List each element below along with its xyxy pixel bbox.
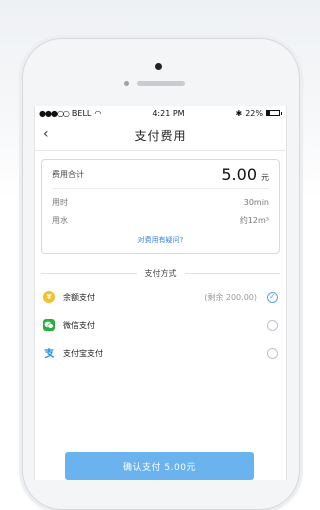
sensor-icon	[124, 81, 129, 86]
divider	[41, 273, 137, 274]
wechat-icon	[43, 319, 55, 331]
water-value: 约12m³	[239, 215, 269, 225]
app-screen: ●●●○○ BELL ◠ 4:21 PM ✱ 22% ‹ 支付费用 费用合计 5…	[34, 106, 287, 480]
total-unit: 元	[261, 172, 269, 182]
payment-option-wechat[interactable]: 微信支付	[41, 311, 280, 339]
total-label: 费用合计	[52, 169, 84, 179]
radio-checked-icon[interactable]: ✓	[267, 291, 278, 303]
payment-option-alipay[interactable]: 支付宝支付	[41, 339, 280, 367]
water-label: 用水	[52, 215, 68, 225]
confirm-payment-button[interactable]: 确认支付 5.00元	[65, 452, 254, 480]
water-row: 用水 约12m³	[52, 211, 269, 229]
duration-label: 用时	[52, 197, 68, 207]
duration-value: 30min	[243, 197, 269, 207]
signal-dots-icon: ●●●○○	[39, 108, 70, 118]
radio-unchecked-icon[interactable]	[267, 347, 278, 359]
status-time: 4:21 PM	[152, 108, 185, 118]
alipay-icon	[43, 347, 55, 359]
balance-remaining: (剩余 200.00)	[204, 292, 257, 302]
page-title: 支付费用	[134, 128, 187, 143]
payment-option-label: 微信支付	[63, 320, 95, 330]
payment-section-title: 支付方式	[144, 269, 177, 278]
payment-option-label: 支付宝支付	[63, 348, 103, 358]
carrier-name: BELL	[71, 108, 92, 118]
yuan-coin-icon: ¥	[43, 291, 55, 303]
divider	[184, 273, 280, 274]
duration-row: 用时 30min	[52, 193, 269, 211]
camera-icon	[155, 63, 162, 70]
radio-unchecked-icon[interactable]	[267, 319, 278, 331]
payment-option-label: 余额支付	[63, 292, 95, 302]
payment-option-balance[interactable]: ¥ 余额支付 (剩余 200.00) ✓	[41, 283, 280, 311]
battery-icon	[265, 110, 280, 116]
wifi-icon: ◠	[94, 108, 102, 118]
payment-section-header: 支付方式	[35, 268, 286, 279]
bluetooth-icon: ✱	[235, 108, 243, 118]
fee-question-link[interactable]: 对费用有疑问?	[52, 235, 269, 245]
status-bar: ●●●○○ BELL ◠ 4:21 PM ✱ 22%	[35, 106, 286, 120]
fee-summary-card: 费用合计 5.00 元 用时 30min 用水 约12m³ 对费用有疑问?	[41, 159, 280, 254]
navigation-bar: ‹ 支付费用	[35, 120, 286, 151]
payment-methods-list: ¥ 余额支付 (剩余 200.00) ✓ 微信支付 支付宝支付	[35, 283, 286, 367]
battery-percent: 22%	[245, 108, 263, 118]
speaker-grille	[137, 81, 185, 86]
back-button[interactable]: ‹	[43, 126, 49, 142]
total-row: 费用合计 5.00 元	[52, 160, 269, 189]
total-amount: 5.00	[221, 164, 257, 184]
